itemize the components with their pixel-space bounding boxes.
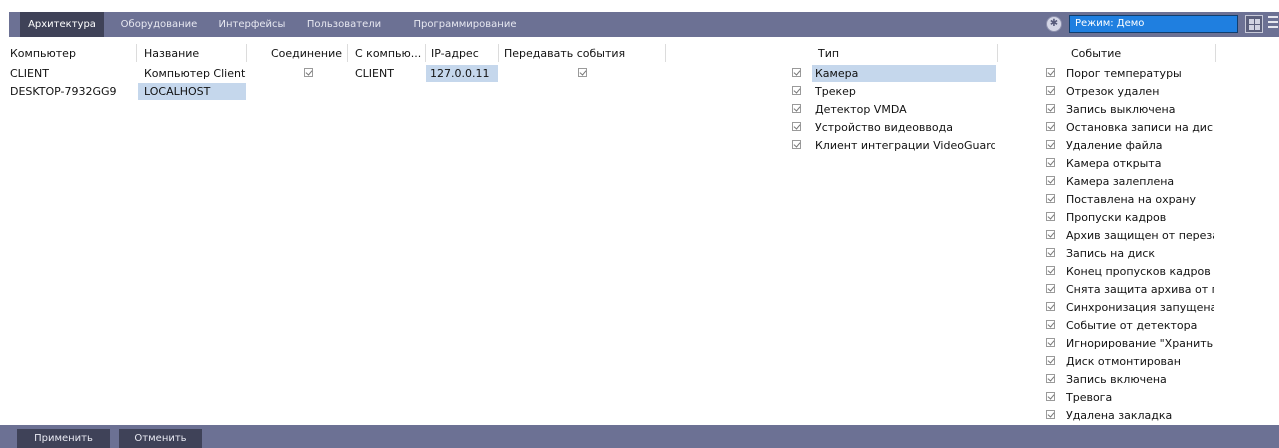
event-checkbox[interactable] <box>1046 266 1055 275</box>
column-divider <box>425 44 426 62</box>
bottom-toolbar: Применить Отменить <box>0 425 1279 448</box>
event-item[interactable]: Событие от детектора <box>1066 317 1214 334</box>
type-checkbox[interactable] <box>792 122 801 131</box>
event-checkbox[interactable] <box>1046 410 1055 419</box>
event-checkbox[interactable] <box>1046 212 1055 221</box>
empty-scroll-area <box>1216 40 1279 425</box>
event-item[interactable]: Игнорирование "Хранить .. <box>1066 335 1214 352</box>
event-item[interactable]: Тревога <box>1066 389 1214 406</box>
type-item[interactable]: Детектор VMDA <box>815 101 995 118</box>
apply-button[interactable]: Применить <box>17 429 110 448</box>
menu-icon[interactable] <box>1268 16 1278 32</box>
event-item[interactable]: Отрезок удален <box>1066 83 1214 100</box>
event-item[interactable]: Удалена закладка <box>1066 407 1214 424</box>
event-checkbox[interactable] <box>1046 86 1055 95</box>
connection-checkbox[interactable] <box>304 68 313 77</box>
event-checkbox[interactable] <box>1046 284 1055 293</box>
type-item[interactable]: Клиент интеграции VideoGuard <box>815 137 995 154</box>
event-item[interactable]: Камера открыта <box>1066 155 1214 172</box>
column-header-computer[interactable]: Компьютер <box>10 45 76 62</box>
event-item[interactable]: Порог температуры <box>1066 65 1214 82</box>
column-divider <box>498 44 499 62</box>
type-item[interactable]: Трекер <box>815 83 995 100</box>
event-item[interactable]: Диск отмонтирован <box>1066 353 1214 370</box>
event-checkbox[interactable] <box>1046 140 1055 149</box>
settings-circle-icon[interactable]: ✱ <box>1046 16 1062 32</box>
column-header-event[interactable]: Событие <box>1071 45 1121 62</box>
table-cell-from-computer[interactable]: CLIENT <box>355 65 425 82</box>
type-checkbox[interactable] <box>792 86 801 95</box>
event-checkbox[interactable] <box>1046 104 1055 113</box>
event-item[interactable]: Снята защита архива от пе.. <box>1066 281 1214 298</box>
type-item-selected[interactable]: Камера <box>812 65 996 82</box>
event-checkbox[interactable] <box>1046 338 1055 347</box>
column-header-name[interactable]: Название <box>144 45 199 62</box>
tab-equipment[interactable]: Оборудование <box>116 12 202 37</box>
column-divider <box>665 44 666 62</box>
send-events-checkbox[interactable] <box>578 68 587 77</box>
type-checkbox[interactable] <box>792 104 801 113</box>
tab-architecture[interactable]: Архитектура <box>20 12 104 37</box>
event-checkbox[interactable] <box>1046 302 1055 311</box>
column-divider <box>997 44 998 62</box>
event-item[interactable]: Поставлена на охрану <box>1066 191 1214 208</box>
tab-interfaces[interactable]: Интерфейсы <box>212 12 292 37</box>
column-header-ip-address[interactable]: IP-адрес <box>431 45 479 62</box>
event-item[interactable]: Синхронизация запущена <box>1066 299 1214 316</box>
column-divider <box>246 44 247 62</box>
cancel-button[interactable]: Отменить <box>119 429 202 448</box>
column-header-from-computer[interactable]: С компью... <box>355 45 421 62</box>
event-item[interactable]: Архив защищен от переза.. <box>1066 227 1214 244</box>
column-divider <box>347 44 348 62</box>
event-checkbox[interactable] <box>1046 194 1055 203</box>
type-checkbox[interactable] <box>792 140 801 149</box>
event-item[interactable]: Камера залеплена <box>1066 173 1214 190</box>
column-header-type[interactable]: Тип <box>818 45 839 62</box>
event-checkbox[interactable] <box>1046 356 1055 365</box>
mode-select[interactable]: Режим: Демо <box>1069 15 1238 33</box>
event-checkbox[interactable] <box>1046 320 1055 329</box>
column-header-connection[interactable]: Соединение <box>271 45 342 62</box>
event-item[interactable]: Запись выключена <box>1066 101 1214 118</box>
type-item[interactable]: Устройство видеоввода <box>815 119 995 136</box>
table-cell-name[interactable]: Компьютер Client <box>141 65 246 82</box>
tab-users[interactable]: Пользователи <box>302 12 386 37</box>
event-checkbox[interactable] <box>1046 392 1055 401</box>
event-item[interactable]: Удаление файла <box>1066 137 1214 154</box>
event-item[interactable]: Конец пропусков кадров <box>1066 263 1214 280</box>
table-cell-computer[interactable]: DESKTOP-7932GG9 <box>10 83 134 100</box>
event-checkbox[interactable] <box>1046 230 1055 239</box>
event-item[interactable]: Пропуски кадров <box>1066 209 1214 226</box>
event-checkbox[interactable] <box>1046 248 1055 257</box>
event-item[interactable]: Остановка записи на диск <box>1066 119 1214 136</box>
layout-grid-icon[interactable] <box>1245 15 1263 33</box>
event-checkbox[interactable] <box>1046 122 1055 131</box>
event-checkbox[interactable] <box>1046 176 1055 185</box>
table-cell-computer[interactable]: CLIENT <box>10 65 134 82</box>
column-header-send-events[interactable]: Передавать события <box>504 45 625 62</box>
event-checkbox[interactable] <box>1046 158 1055 167</box>
event-item[interactable]: Запись на диск <box>1066 245 1214 262</box>
table-cell-ip-address[interactable]: 127.0.0.11 <box>426 65 498 82</box>
table-cell-name-selected[interactable]: LOCALHOST <box>138 83 246 100</box>
event-checkbox[interactable] <box>1046 68 1055 77</box>
event-item[interactable]: Запись включена <box>1066 371 1214 388</box>
type-checkbox[interactable] <box>792 68 801 77</box>
tab-programming[interactable]: Программирование <box>407 12 523 37</box>
column-divider <box>136 44 137 62</box>
top-toolbar: Архитектура Оборудование Интерфейсы Поль… <box>9 12 1279 37</box>
event-checkbox[interactable] <box>1046 374 1055 383</box>
